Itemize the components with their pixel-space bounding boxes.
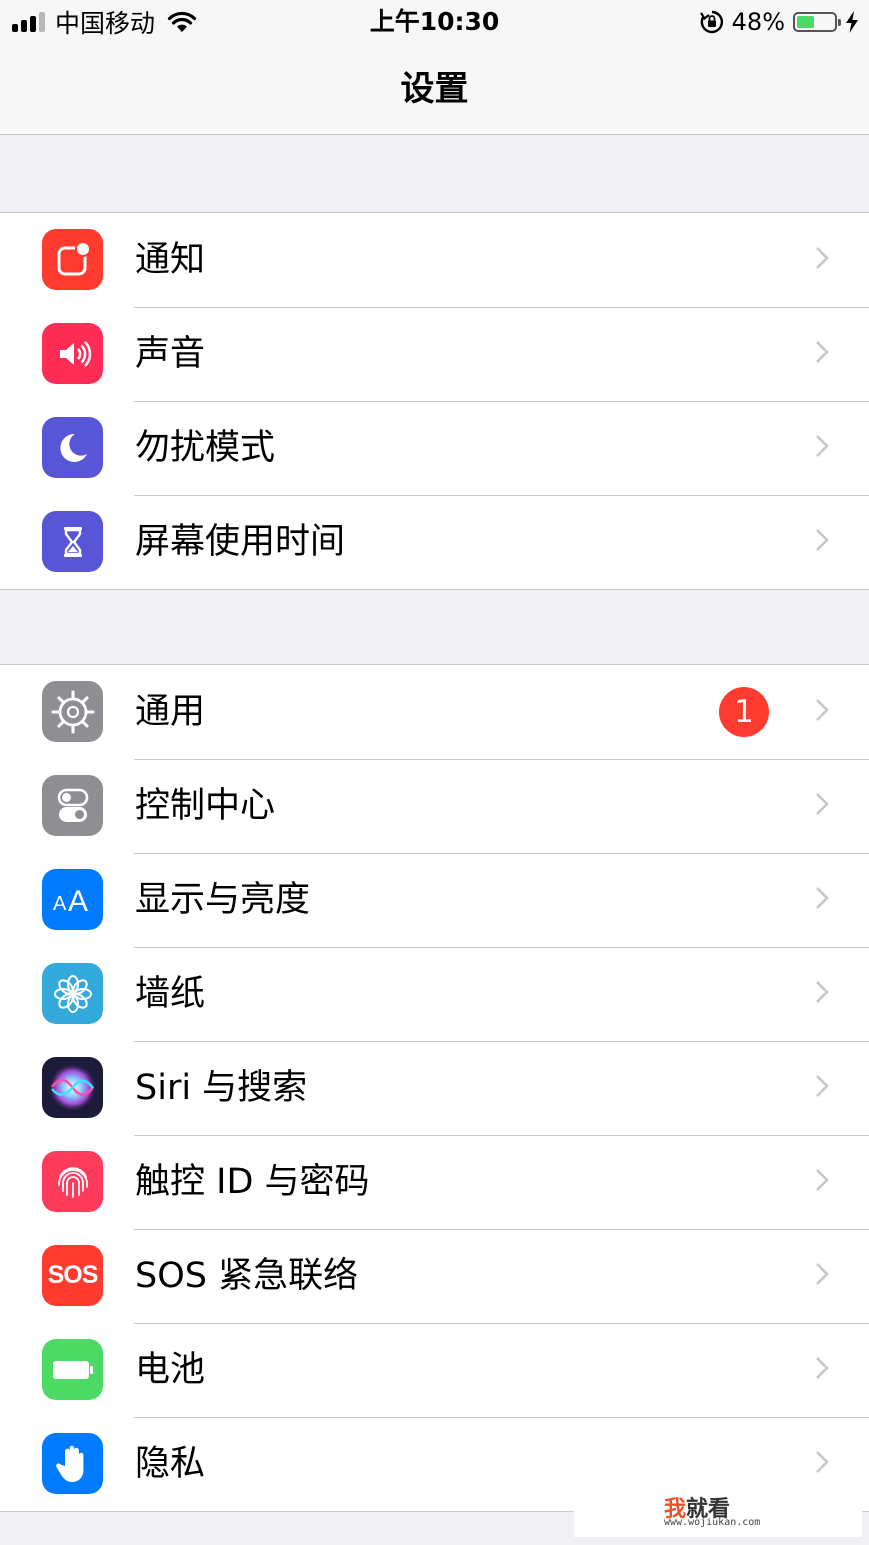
battery-icon	[793, 12, 841, 32]
row-label: SOS 紧急联络	[135, 1256, 359, 1296]
notification-badge: 1	[719, 687, 769, 737]
battery-percent: 48%	[731, 8, 785, 36]
settings-row-sounds[interactable]: 声音	[0, 307, 869, 401]
siri-icon	[42, 1057, 103, 1118]
settings-row-touch-id-passcode[interactable]: 触控 ID 与密码	[0, 1135, 869, 1229]
row-label: 墙纸	[135, 974, 206, 1014]
chevron-right-icon	[816, 1357, 829, 1379]
fingerprint-icon	[42, 1151, 103, 1212]
settings-row-battery[interactable]: 电池	[0, 1323, 869, 1417]
rotation-lock-icon	[699, 10, 723, 34]
settings-row-display-brightness[interactable]: A A 显示与亮度	[0, 853, 869, 947]
row-label: 通用	[135, 692, 206, 732]
navigation-bar: 设置	[0, 44, 869, 135]
settings-row-do-not-disturb[interactable]: 勿扰模式	[0, 401, 869, 495]
settings-row-control-center[interactable]: 控制中心	[0, 759, 869, 853]
chevron-right-icon	[816, 887, 829, 909]
settings-group-2: 通用 1 控制中心 A A 显示与亮度 墙纸 Siri 与搜索 触控 ID 与密…	[0, 664, 869, 1512]
row-label: 显示与亮度	[135, 880, 311, 920]
row-label: 通知	[135, 240, 206, 280]
settings-row-screen-time[interactable]: 屏幕使用时间	[0, 495, 869, 589]
charging-bolt-icon	[846, 11, 858, 33]
battery-icon	[42, 1339, 103, 1400]
sos-icon-text: SOS	[47, 1261, 99, 1289]
settings-row-siri-search[interactable]: Siri 与搜索	[0, 1041, 869, 1135]
chevron-right-icon	[816, 981, 829, 1003]
row-label: Siri 与搜索	[135, 1068, 308, 1108]
page-title: 设置	[400, 69, 469, 109]
watermark-url: www.wojiukan.com	[664, 1517, 761, 1528]
watermark-logo: 我就看 www.wojiukan.com	[574, 1487, 862, 1537]
text-size-icon: A A	[42, 869, 103, 930]
toggles-icon	[42, 775, 103, 836]
flower-icon	[42, 963, 103, 1024]
chevron-right-icon	[816, 1451, 829, 1473]
chevron-right-icon	[816, 1075, 829, 1097]
svg-text:A: A	[68, 885, 88, 918]
row-label: 触控 ID 与密码	[135, 1162, 370, 1202]
chevron-right-icon	[816, 247, 829, 269]
svg-text:A: A	[53, 893, 67, 915]
sos-icon: SOS	[42, 1245, 103, 1306]
chevron-right-icon	[816, 699, 829, 721]
hourglass-icon	[42, 511, 103, 572]
row-label: 隐私	[135, 1444, 206, 1484]
chevron-right-icon	[816, 793, 829, 815]
notifications-icon	[42, 229, 103, 290]
settings-group-1: 通知 声音 勿扰模式 屏幕使用时间	[0, 212, 869, 590]
hand-icon	[42, 1433, 103, 1494]
chevron-right-icon	[816, 435, 829, 457]
chevron-right-icon	[816, 1263, 829, 1285]
settings-row-wallpaper[interactable]: 墙纸	[0, 947, 869, 1041]
settings-row-emergency-sos[interactable]: SOS SOS 紧急联络	[0, 1229, 869, 1323]
chevron-right-icon	[816, 1169, 829, 1191]
sound-icon	[42, 323, 103, 384]
row-label: 声音	[135, 334, 206, 374]
chevron-right-icon	[816, 341, 829, 363]
row-label: 电池	[135, 1350, 206, 1390]
settings-row-general[interactable]: 通用 1	[0, 665, 869, 759]
row-label: 屏幕使用时间	[135, 522, 346, 562]
moon-icon	[42, 417, 103, 478]
gear-icon	[42, 681, 103, 742]
status-bar: 中国移动 上午10:30 48%	[0, 0, 869, 44]
row-label: 勿扰模式	[135, 428, 276, 468]
row-label: 控制中心	[135, 786, 276, 826]
settings-row-notifications[interactable]: 通知	[0, 213, 869, 307]
chevron-right-icon	[816, 529, 829, 551]
